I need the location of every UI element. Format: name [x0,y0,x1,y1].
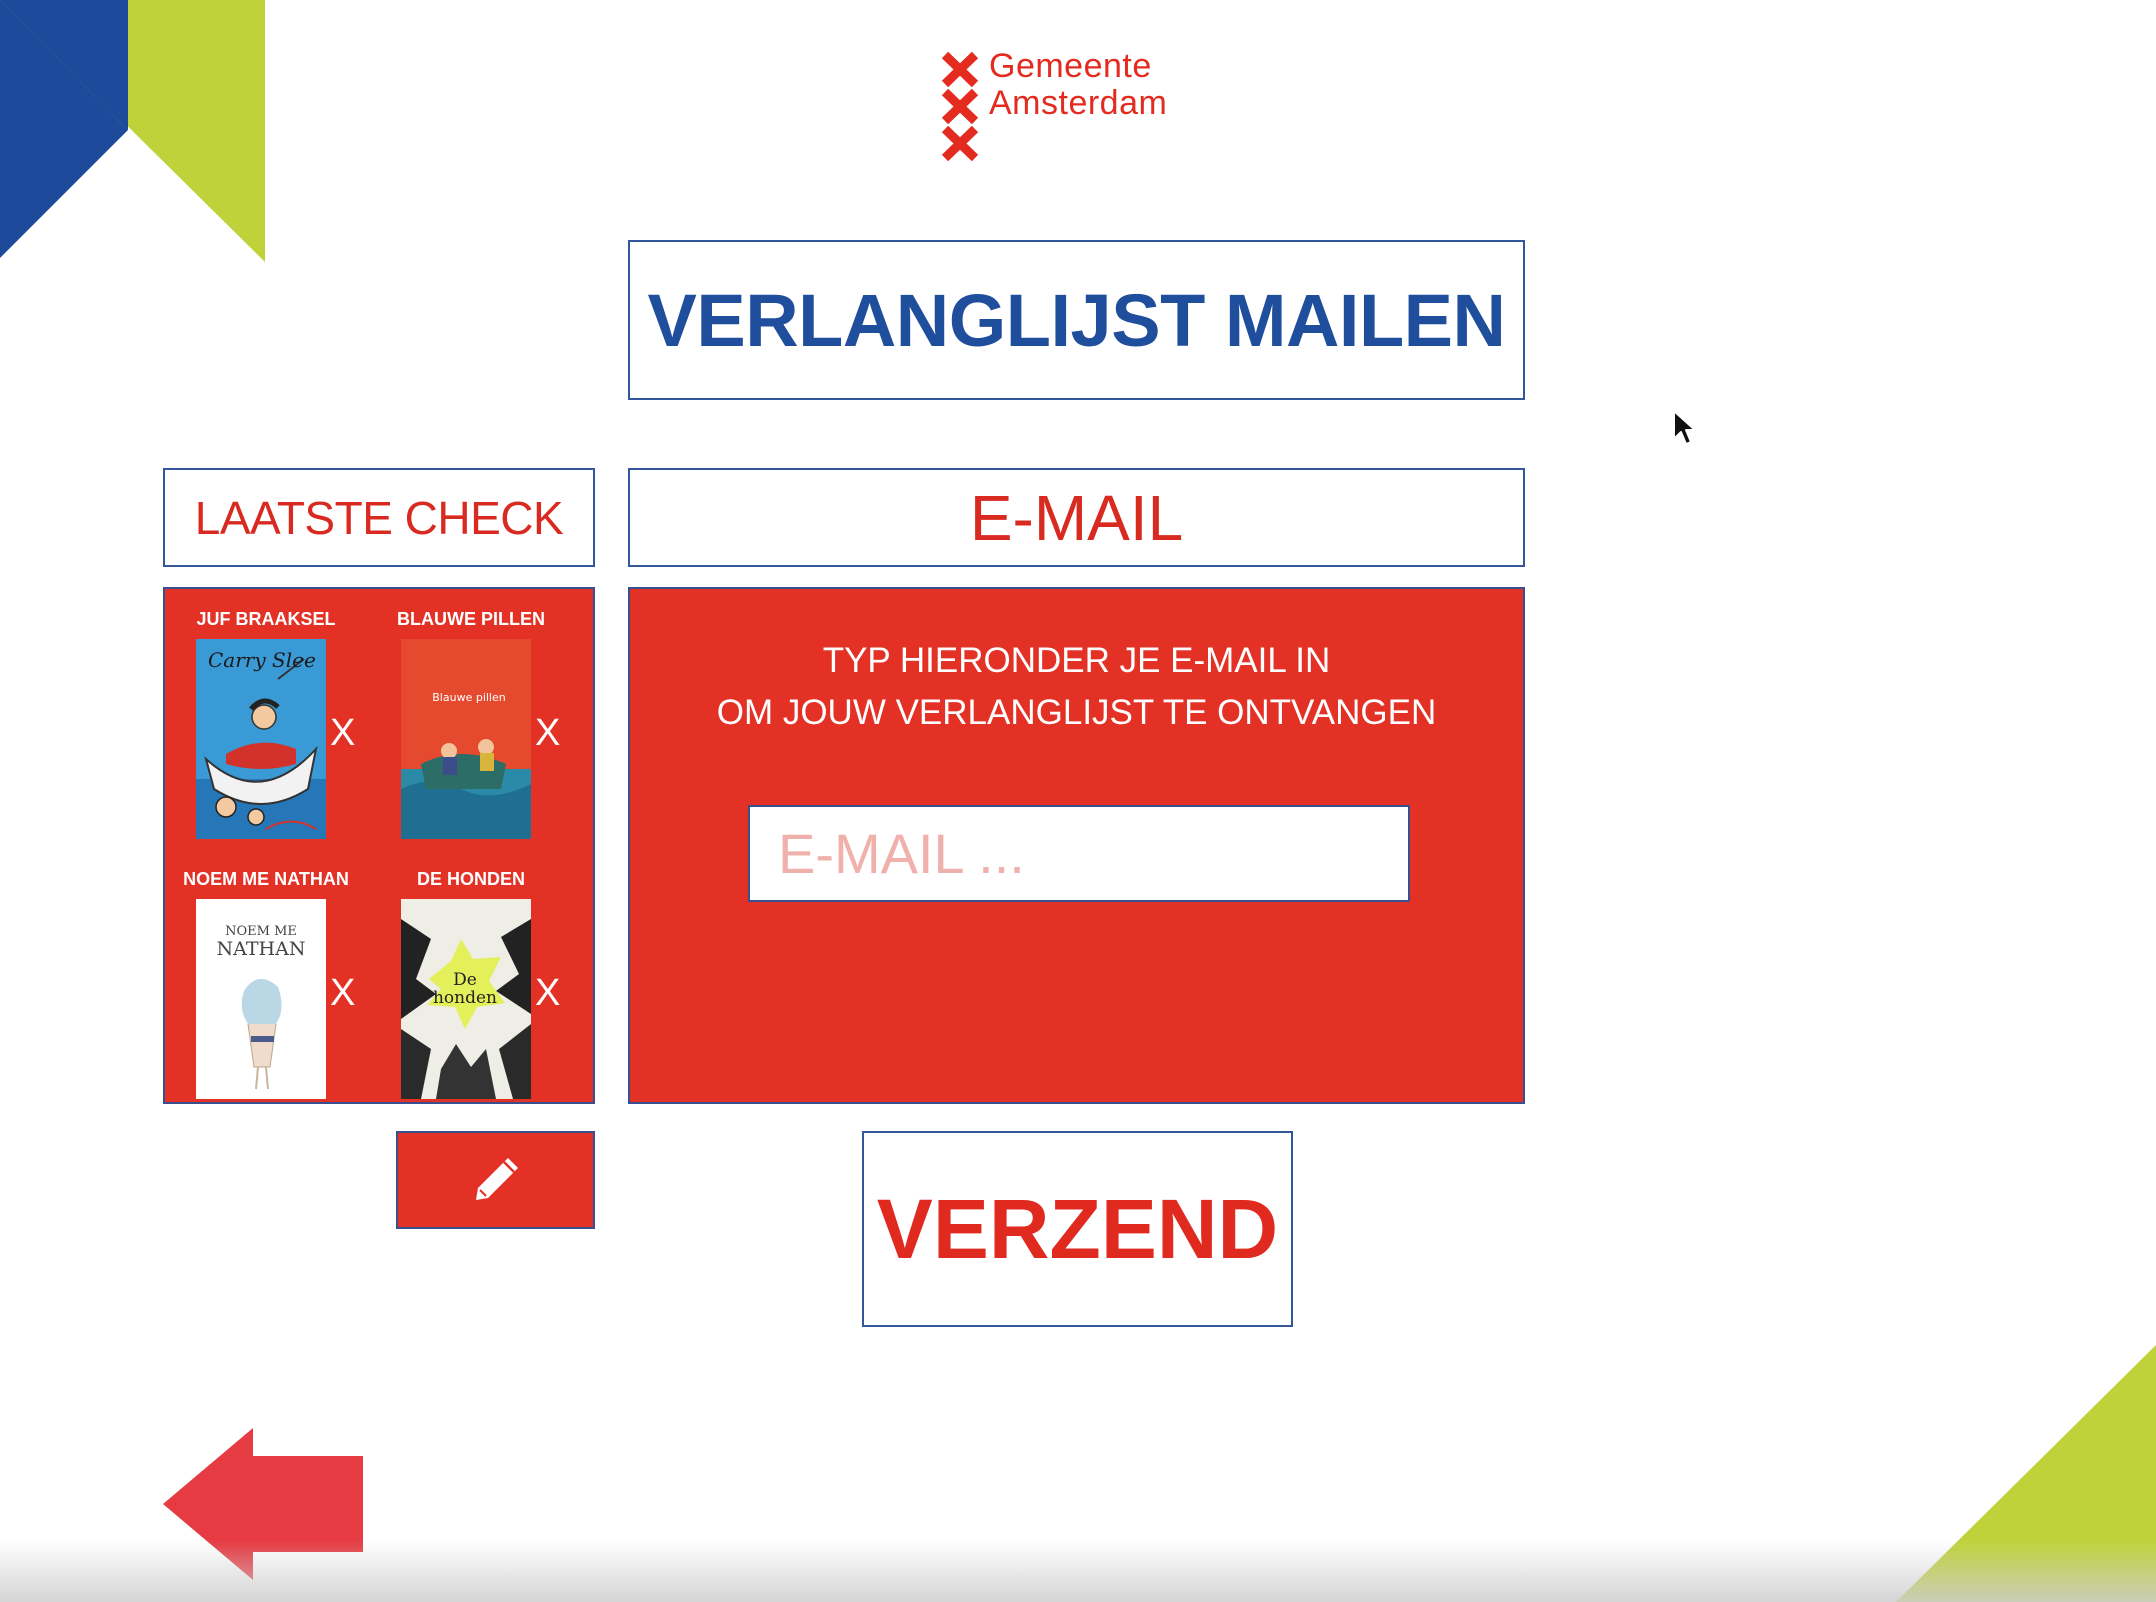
remove-book-button[interactable]: X [330,974,355,1012]
corner-decoration-top-left [0,0,265,262]
book-item: NOEM ME NATHAN NOEM ME NATHAN X [183,869,396,1119]
remove-book-button[interactable]: X [535,974,560,1012]
pencil-icon [475,1158,518,1200]
book-cover[interactable]: NOEM ME NATHAN [196,899,326,1099]
email-instruction-line-2: OM JOUW VERLANGLIJST TE ONTVANGEN [716,693,1437,732]
amsterdam-x-icon [941,126,979,161]
email-input[interactable] [748,805,1410,902]
send-button-label: VERZEND [876,1181,1279,1276]
book-cover-line-2: honden [433,988,497,1008]
book-cover[interactable]: De honden [401,899,531,1099]
mouse-cursor-icon [1673,410,1696,445]
logo-line-2: Amsterdam [989,84,1168,122]
amsterdam-x-icon [941,52,979,87]
book-cover-line-1: De [453,970,477,990]
check-heading-box: LAATSTE CHECK [163,468,595,567]
book-item: BLAUWE PILLEN Blauwe pillen X [397,609,601,859]
email-heading: E-MAIL [969,481,1184,554]
amsterdam-x-icon [941,89,979,124]
book-cover-line-2: NATHAN [217,938,306,960]
gemeente-amsterdam-logo: Gemeente Amsterdam [940,48,1200,163]
logo-line-1: Gemeente [989,47,1152,85]
book-cover-author: Carry Slee [208,648,316,672]
book-item: DE HONDEN De honden X [401,869,601,1119]
send-button[interactable]: VERZEND [862,1131,1293,1327]
edit-wishlist-button[interactable] [396,1131,595,1229]
check-heading: LAATSTE CHECK [194,491,564,544]
email-heading-box: E-MAIL [628,468,1525,567]
remove-book-button[interactable]: X [535,714,560,752]
book-cover[interactable]: Blauwe pillen [401,639,531,839]
wishlist-books-panel: JUF BRAAKSEL Carry Slee X BLAUWE PILLEN [163,587,595,1104]
book-title: BLAUWE PILLEN [397,609,545,629]
page-title: VERLANGLIJST MAILEN [647,278,1506,362]
book-item: JUF BRAAKSEL Carry Slee X [196,609,396,859]
book-title: NOEM ME NATHAN [183,869,349,889]
bottom-edge-shadow [0,1540,2156,1602]
book-title: DE HONDEN [416,869,525,889]
book-cover-line-1: NOEM ME [225,924,297,939]
email-instruction-line-1: TYP HIERONDER JE E-MAIL IN [822,641,1331,680]
remove-book-button[interactable]: X [330,714,355,752]
page-title-box: VERLANGLIJST MAILEN [628,240,1525,400]
book-cover-title: Blauwe pillen [432,691,505,704]
book-cover[interactable]: Carry Slee [196,639,326,839]
email-panel: TYP HIERONDER JE E-MAIL IN OM JOUW VERLA… [628,587,1525,1104]
book-title: JUF BRAAKSEL [196,609,336,629]
